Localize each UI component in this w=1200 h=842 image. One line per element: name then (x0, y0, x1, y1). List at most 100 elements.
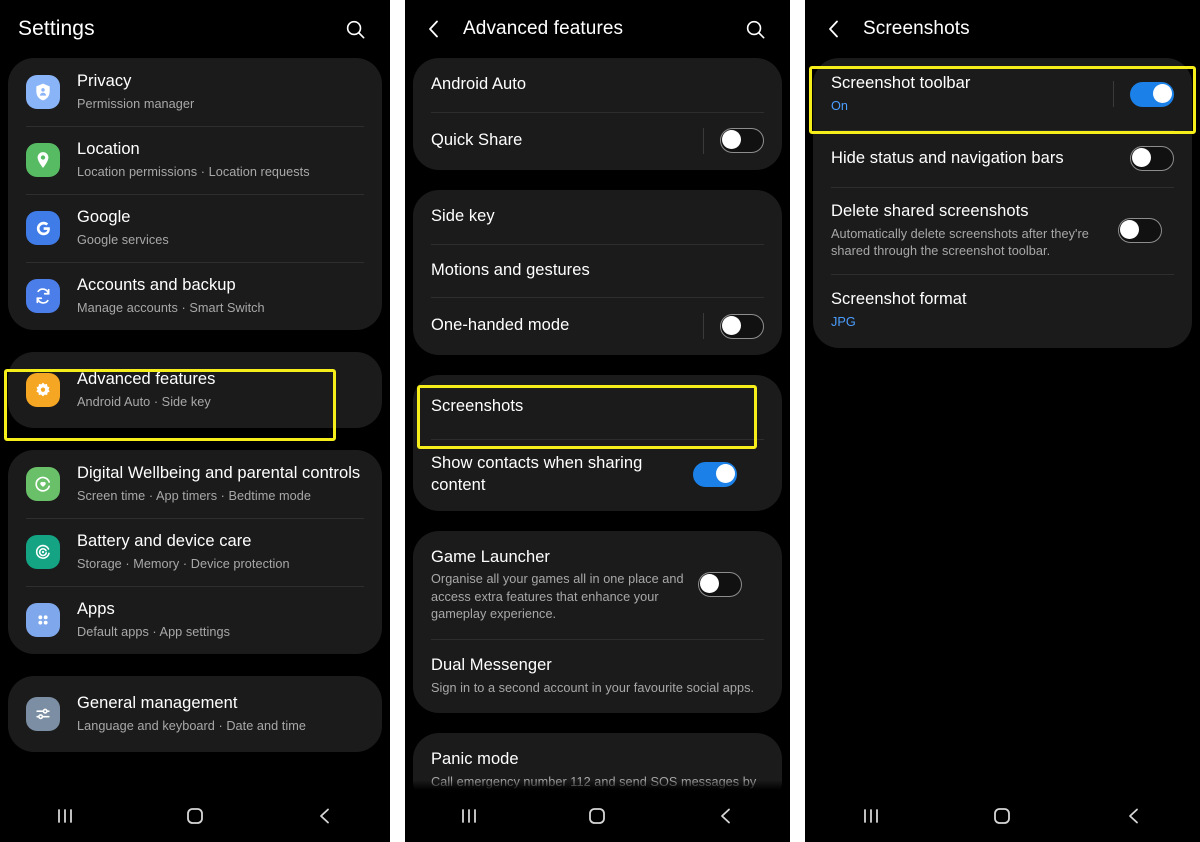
sidebar-item-location[interactable]: Location Location permissions · Location… (8, 126, 382, 194)
search-icon[interactable] (338, 12, 372, 46)
item-title: Dual Messenger (431, 656, 552, 675)
list-item-screenshot-toolbar[interactable]: Screenshot toolbar On (813, 58, 1192, 130)
item-title: Privacy (77, 72, 132, 90)
list-item-motions-and-gestures[interactable]: Motions and gestures (413, 243, 782, 298)
page-title: Screenshots (863, 18, 970, 39)
back-icon[interactable] (1107, 796, 1161, 836)
item-subtitle: Call emergency number 112 and send SOS m… (431, 774, 757, 789)
sidebar-item-advanced-features[interactable]: Advanced features Android Auto · Side ke… (8, 352, 382, 428)
home-icon[interactable] (975, 796, 1029, 836)
phone-panel-advanced-features: Advanced features Android Auto Quick Sha (405, 0, 790, 842)
toggle-wrap (1130, 146, 1174, 172)
digital-wellbeing-icon (26, 467, 60, 502)
sidebar-item-apps[interactable]: Apps Default apps · App settings (8, 586, 382, 654)
item-title: Android Auto (431, 75, 527, 93)
list-item-quick-share[interactable]: Quick Share (413, 111, 782, 170)
advanced-features-header: Advanced features (405, 0, 790, 58)
sidebar-item-accounts-and-backup[interactable]: Accounts and backup Manage accounts · Sm… (8, 262, 382, 330)
item-title: Accounts and backup (77, 276, 236, 295)
feature-group: Android Auto Quick Share (413, 58, 782, 170)
item-title: Side key (431, 206, 495, 225)
back-icon[interactable] (699, 796, 753, 836)
item-subtitle: Language and keyboard · Date and time (77, 719, 306, 734)
item-subtitle: Android Auto · Side key (77, 394, 211, 409)
search-icon[interactable] (738, 12, 772, 46)
toggle-wrap (698, 572, 742, 598)
list-item-game-launcher[interactable]: Game Launcher Organise all your games al… (413, 531, 782, 640)
back-chevron-icon[interactable] (817, 12, 851, 46)
quick-share-toggle[interactable] (720, 128, 764, 154)
item-title: Location (77, 140, 140, 159)
toggle-wrap (1113, 81, 1174, 108)
feature-group: Side key Motions and gestures One-handed… (413, 189, 782, 356)
row-body: Screenshots (431, 396, 764, 418)
list-item-side-key[interactable]: Side key (413, 190, 782, 244)
row-body: Battery and device care Storage · Memory… (77, 531, 364, 573)
item-title: Panic mode (431, 750, 519, 769)
recents-icon[interactable] (38, 796, 92, 836)
item-subtitle: Storage · Memory · Device protection (77, 556, 290, 571)
row-body: Screenshot toolbar On (831, 73, 1101, 115)
item-title: Screenshots (431, 397, 524, 416)
sidebar-item-general-management[interactable]: General management Language and keyboard… (8, 676, 382, 752)
toggle-divider (1113, 81, 1114, 108)
location-pin-icon (26, 143, 60, 178)
item-subtitle: Sign in to a second account in your favo… (431, 680, 755, 695)
three-phone-screenshots: Settings Privacy Permission manager Loca… (0, 0, 1200, 842)
screenshots-header: Screenshots (805, 0, 1200, 58)
advanced-features-list[interactable]: Android Auto Quick Share Side key Motion… (405, 58, 790, 842)
screenshots-list[interactable]: Screenshot toolbar On Hide status and na… (805, 58, 1200, 842)
delete-shared-screenshots-toggle[interactable] (1118, 218, 1162, 244)
list-item-screenshot-format[interactable]: Screenshot format JPG (813, 274, 1192, 348)
navigation-bar (405, 790, 790, 842)
phone-panel-settings: Settings Privacy Permission manager Loca… (0, 0, 390, 842)
item-title: Hide status and navigation bars (831, 148, 1064, 167)
item-title: Show contacts when sharing content (431, 454, 643, 494)
settings-list[interactable]: Privacy Permission manager Location Loca… (0, 58, 390, 842)
item-subtitle: Organise all your games all in one place… (431, 572, 684, 621)
battery-device-care-icon (26, 535, 60, 570)
recents-icon[interactable] (442, 796, 496, 836)
list-item-delete-shared-screenshots[interactable]: Delete shared screenshots Automatically … (813, 187, 1192, 274)
row-body: Privacy Permission manager (77, 71, 364, 113)
item-title: Advanced features (77, 370, 216, 389)
toggle-divider (703, 127, 704, 154)
settings-group: Digital Wellbeing and parental controls … (8, 450, 382, 655)
item-title: Screenshot format (831, 290, 967, 309)
show-contacts-toggle[interactable] (693, 462, 737, 488)
list-item-screenshots[interactable]: Screenshots (413, 375, 782, 439)
sidebar-item-google[interactable]: Google Google services (8, 194, 382, 262)
screenshot-toolbar-toggle[interactable] (1130, 81, 1174, 107)
back-chevron-icon[interactable] (417, 12, 451, 46)
item-subtitle: On (831, 98, 849, 113)
home-icon[interactable] (570, 796, 624, 836)
game-launcher-toggle[interactable] (698, 572, 742, 598)
row-body: Motions and gestures (431, 260, 764, 282)
advanced-features-gear-icon (26, 373, 60, 408)
navigation-bar (0, 790, 390, 842)
row-body: General management Language and keyboard… (77, 693, 364, 735)
settings-group-advanced: Advanced features Android Auto · Side ke… (8, 352, 382, 429)
row-body: Hide status and navigation bars (831, 148, 1118, 170)
hide-status-bars-toggle[interactable] (1130, 146, 1174, 172)
back-icon[interactable] (298, 796, 352, 836)
list-item-one-handed-mode[interactable]: One-handed mode (413, 297, 782, 355)
item-title: General management (77, 694, 238, 713)
home-icon[interactable] (168, 796, 222, 836)
sidebar-item-digital-wellbeing[interactable]: Digital Wellbeing and parental controls … (8, 450, 382, 518)
recents-icon[interactable] (844, 796, 898, 836)
item-subtitle: Permission manager (77, 96, 195, 111)
sidebar-item-battery-and-device-care[interactable]: Battery and device care Storage · Memory… (8, 518, 382, 586)
item-title: Google (77, 208, 131, 227)
item-subtitle: Screen time · App timers · Bedtime mode (77, 488, 311, 503)
item-title: One-handed mode (431, 316, 570, 335)
list-item-show-contacts-when-sharing[interactable]: Show contacts when sharing content (413, 439, 782, 511)
toggle-wrap (703, 313, 764, 340)
list-item-dual-messenger[interactable]: Dual Messenger Sign in to a second accou… (413, 639, 782, 713)
settings-header: Settings (0, 0, 390, 58)
list-item-hide-status-and-navigation-bars[interactable]: Hide status and navigation bars (813, 130, 1192, 187)
sidebar-item-privacy[interactable]: Privacy Permission manager (8, 58, 382, 126)
one-handed-mode-toggle[interactable] (720, 313, 764, 339)
item-title: Quick Share (431, 130, 523, 149)
list-item-android-auto[interactable]: Android Auto (413, 58, 782, 112)
